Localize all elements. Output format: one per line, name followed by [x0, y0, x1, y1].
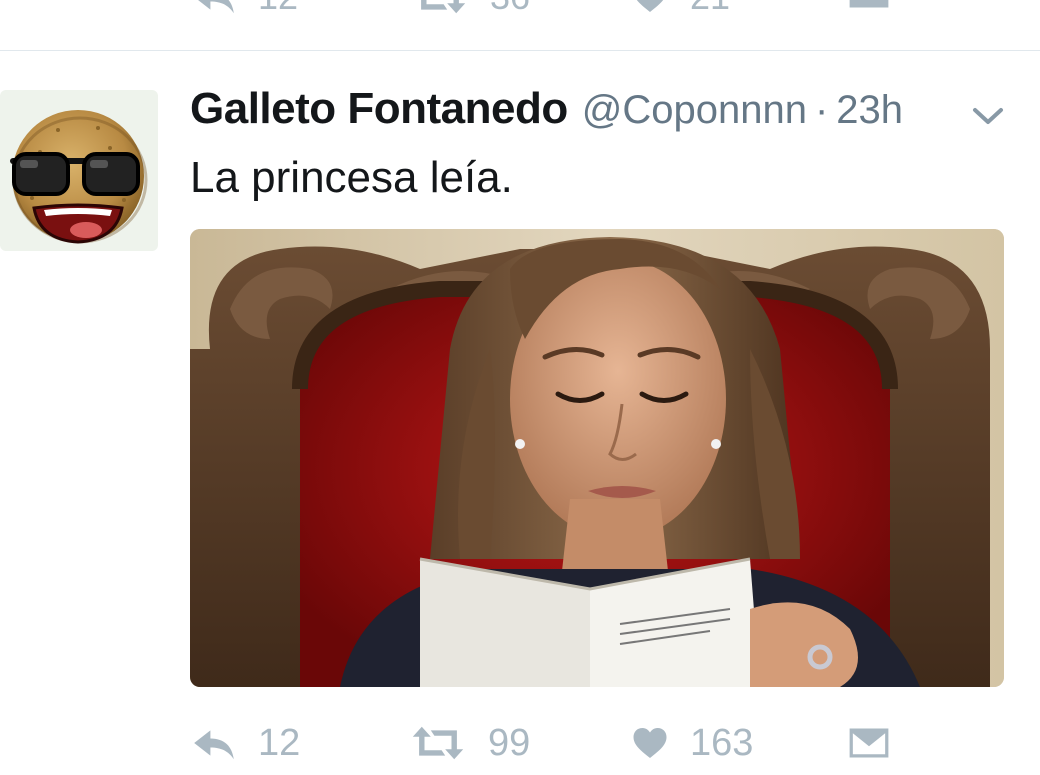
like-button[interactable]: 163	[632, 715, 753, 771]
previous-like-count: 21	[690, 0, 730, 18]
previous-reply-button[interactable]: 12	[192, 0, 298, 18]
direct-message-button[interactable]	[848, 715, 890, 771]
previous-retweet-button[interactable]: 36	[412, 0, 530, 18]
reply-icon	[194, 730, 234, 760]
tweet[interactable]: Galleto Fontanedo @Coponnnn · 23h La pri…	[0, 51, 1040, 764]
display-name[interactable]: Galleto Fontanedo	[190, 84, 568, 134]
tweet-text: La princesa leía.	[190, 153, 513, 202]
reply-icon	[198, 0, 234, 14]
direct-message-icon	[849, 728, 889, 758]
previous-tweet-actions: 12 36 21	[0, 0, 1040, 51]
timestamp[interactable]: 23h	[836, 88, 903, 133]
direct-message-icon	[849, 0, 889, 8]
chevron-down-icon	[973, 108, 1003, 124]
previous-message-button[interactable]	[848, 0, 890, 10]
retweet-icon	[421, 0, 466, 14]
like-icon	[633, 728, 667, 758]
reply-count: 12	[258, 721, 301, 764]
retweet-count: 99	[488, 721, 531, 764]
tweet-image[interactable]	[190, 229, 1004, 687]
avatar[interactable]	[0, 90, 158, 251]
tweet-actions: 12 99 163	[190, 715, 1010, 775]
like-icon	[636, 0, 664, 12]
reply-button[interactable]: 12	[192, 715, 300, 771]
previous-like-button[interactable]: 21	[632, 0, 730, 18]
tweet-menu-button[interactable]	[968, 101, 1008, 131]
user-handle[interactable]: @Coponnnn	[582, 88, 807, 133]
previous-reply-count: 12	[258, 0, 298, 18]
like-count: 163	[690, 721, 754, 764]
retweet-icon	[412, 726, 464, 760]
previous-retweet-count: 36	[490, 0, 530, 18]
separator-dot: ·	[814, 88, 829, 132]
retweet-button[interactable]: 99	[410, 715, 530, 771]
tweet-header: Galleto Fontanedo @Coponnnn · 23h	[190, 84, 903, 142]
